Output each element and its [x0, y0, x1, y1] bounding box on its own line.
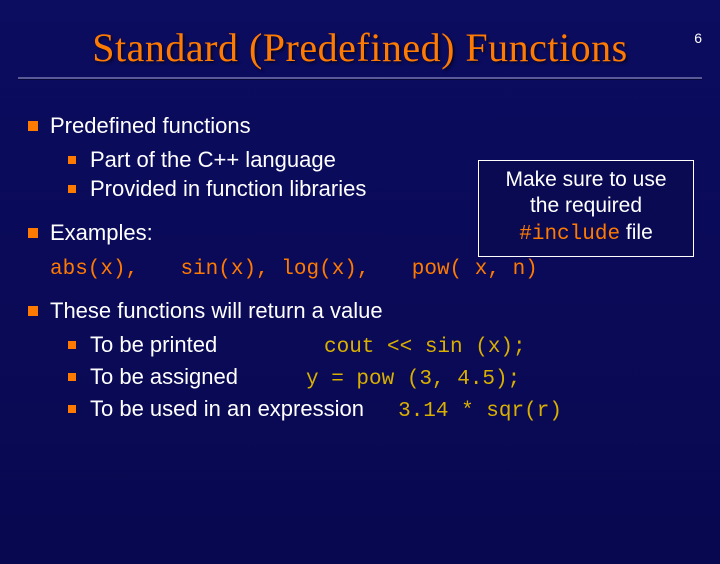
returns-heading: These functions will return a value	[50, 298, 383, 323]
square-bullet-icon	[28, 228, 38, 238]
bullet-examples: Examples:	[22, 218, 698, 248]
returns-sub1-text: To be printed	[90, 330, 282, 360]
square-bullet-icon	[68, 185, 76, 193]
predefined-sub1: Part of the C++ language	[90, 147, 336, 172]
returns-sub3-text: To be used in an expression	[90, 396, 364, 421]
predefined-heading: Predefined functions	[50, 113, 251, 138]
square-bullet-icon	[68, 373, 76, 381]
bullet-predefined: Predefined functions	[22, 111, 698, 141]
returns-sub2-code: y = pow (3, 4.5);	[306, 366, 520, 394]
square-bullet-icon	[28, 306, 38, 316]
slide-title: Standard (Predefined) Functions	[0, 24, 720, 71]
square-bullet-icon	[68, 156, 76, 164]
returns-sub3-code: 3.14 * sqr(r)	[398, 400, 562, 423]
square-bullet-icon	[68, 341, 76, 349]
example-sin-log: sin(x), log(x),	[180, 258, 369, 281]
predefined-sub2: Provided in function libraries	[90, 176, 366, 201]
returns-sub1-code: cout << sin (x);	[324, 334, 526, 362]
returns-sub2-text: To be assigned	[90, 362, 282, 392]
bullet-predefined-sub1: Part of the C++ language	[62, 145, 698, 175]
example-pow: pow( x, n)	[412, 258, 538, 281]
square-bullet-icon	[68, 405, 76, 413]
square-bullet-icon	[28, 121, 38, 131]
page-number: 6	[694, 30, 702, 46]
bullet-returns-sub3: To be used in an expression 3.14 * sqr(r…	[62, 394, 698, 426]
examples-heading: Examples:	[50, 220, 153, 245]
bullet-predefined-sub2: Provided in function libraries	[62, 174, 698, 204]
example-abs: abs(x),	[50, 258, 138, 281]
bullet-returns-sub2: To be assigned y = pow (3, 4.5);	[62, 362, 698, 394]
bullet-returns: These functions will return a value	[22, 296, 698, 326]
bullet-returns-sub1: To be printed cout << sin (x);	[62, 330, 698, 362]
